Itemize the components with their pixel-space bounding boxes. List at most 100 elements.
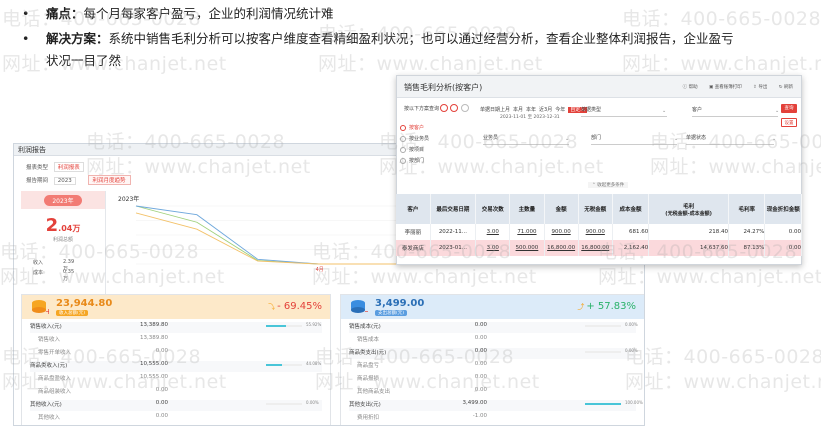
delete-scheme-icon[interactable] — [461, 104, 469, 112]
edit-scheme-icon[interactable] — [450, 104, 458, 112]
report-type-select[interactable]: 利润报表 — [53, 162, 84, 172]
column-header[interactable]: 成本金额 — [612, 194, 650, 224]
column-header[interactable]: 交易次数 — [475, 194, 511, 224]
scheme-label: 按业务员 — [409, 136, 430, 142]
row-value: 0.00 — [474, 361, 487, 367]
row-label: 销售收入(元) — [30, 324, 62, 330]
status-select[interactable] — [686, 144, 774, 145]
table-row[interactable]: 泰发商店 2023-01... 3.00 500.000 16,800.00 16,800… — [396, 240, 802, 256]
watermark-text: 网址：www.chanjet.net — [318, 53, 543, 75]
customer-input[interactable] — [692, 116, 778, 117]
ratio-bar — [585, 351, 621, 353]
date-option[interactable]: 近3月 — [539, 107, 552, 113]
profit-int: 2 — [45, 215, 59, 236]
scheme-label: 按项目 — [409, 147, 425, 153]
column-header-text: (无税金额-成本金额) — [665, 210, 712, 217]
dept-select[interactable] — [591, 144, 677, 145]
row-label: 商品组装收入 — [38, 389, 72, 395]
help-button[interactable]: ⓘ 帮助 — [683, 85, 698, 90]
table-cell[interactable]: 16,800.00 — [578, 240, 613, 256]
bullet-dot: • — [22, 31, 30, 46]
chevron-down-icon: ⌄ — [674, 136, 679, 142]
bullet-body: 每个月每家客户盈亏，企业的利润情况统计难 — [83, 6, 334, 21]
table-cell[interactable]: 16,800.00 — [544, 240, 579, 256]
table-cell[interactable]: 3.00 — [475, 240, 511, 256]
row-label: 商品类收入(元) — [30, 363, 68, 369]
table-cell: 681.60 — [612, 224, 650, 240]
scheme-item[interactable]: 按客户 — [400, 124, 424, 131]
scheme-item[interactable]: 按部门 — [400, 157, 424, 164]
query-scheme-label: 按以下方案查询 — [404, 106, 440, 112]
income-change-value: - 69.45% — [277, 301, 322, 312]
income-summary: 收入 2.39万 — [33, 259, 74, 272]
date-option[interactable]: 本月 — [513, 107, 523, 113]
ratio-percent: 0.00% — [625, 348, 638, 353]
table-cell[interactable]: 71.000 — [509, 224, 545, 240]
bullet-body: 系统中销售毛利分析可以按客户维度查看精细盈利状况；也可以通过经营分析，查看企业整… — [108, 31, 734, 46]
panel-row: 零售开单收入 0.00 — [30, 348, 322, 359]
table-row[interactable]: 李丽丽 2022-11... 3.00 71.000 900.00 900.00 681.6… — [396, 224, 802, 240]
row-value: 10,555.00 — [140, 374, 168, 380]
row-value: 0.00 — [474, 374, 487, 380]
month-tick-label: 4月 — [316, 267, 324, 272]
ratio-percent: 0.00% — [625, 322, 638, 327]
row-label: 销售收入 — [38, 337, 61, 343]
print-button[interactable]: ▣ 查看账簿打印 — [709, 85, 742, 90]
doc-type-select[interactable] — [581, 116, 667, 117]
column-header[interactable]: 金额 — [544, 194, 579, 224]
period-select[interactable]: 2023 — [53, 177, 76, 185]
year-pill[interactable]: 2023年 — [44, 195, 82, 206]
table-cell: 0.00 — [764, 240, 802, 256]
query-button[interactable]: 查询 — [781, 104, 797, 113]
bullet-label: 痛点： — [46, 6, 84, 21]
scheme-label: 按部门 — [409, 158, 425, 164]
row-value: 10,555.00 — [140, 361, 168, 367]
column-header[interactable]: 主数量 — [509, 194, 545, 224]
table-header-row: 客户 最后交易日期 交易次数 主数量 金额 无税金额 成本金额 毛利 (无税金额-成本金额) 毛利… — [396, 194, 802, 224]
salesperson-select[interactable] — [483, 144, 569, 145]
settings-button[interactable]: 设置 — [781, 118, 797, 127]
table-cell[interactable]: 900.00 — [578, 224, 613, 240]
tool-label: 导出 — [758, 85, 768, 90]
expense-amount: 3,499.00 — [375, 298, 425, 309]
scheme-item[interactable]: 按业务员 — [400, 135, 429, 142]
row-label: 商品类支出(元) — [349, 350, 387, 356]
table-cell[interactable]: 500.000 — [509, 240, 545, 256]
column-header-text: 客户 — [407, 207, 419, 213]
table-cell: 14,637.60 — [648, 240, 729, 256]
trend-button[interactable]: 利润月度趋势 — [87, 175, 131, 185]
row-value: 0.00 — [155, 387, 168, 393]
date-option[interactable]: 今年 — [555, 107, 565, 113]
column-header[interactable]: 无税金额 — [578, 194, 613, 224]
row-value: 13,389.80 — [140, 322, 168, 328]
panel-row: 费用折扣 -1.00 — [349, 413, 636, 424]
column-header[interactable]: 毛利 (无税金额-成本金额) — [648, 194, 729, 224]
income-label: 收入 — [33, 260, 44, 266]
refresh-button[interactable]: ↻ 刷新 — [779, 85, 793, 90]
export-button[interactable]: ⇪ 导出 — [753, 85, 767, 90]
column-header[interactable]: 毛利率 — [728, 194, 766, 224]
year-header: 2023年 — [21, 191, 105, 209]
date-option[interactable]: 本年 — [526, 107, 536, 113]
ratio-percent: 44.08% — [306, 361, 322, 366]
date-label: 单据日期 — [480, 107, 501, 113]
sales-margin-table: 客户 最后交易日期 交易次数 主数量 金额 无税金额 成本金额 毛利 (无税金额-成本金额) 毛利… — [396, 194, 802, 256]
date-option[interactable]: 上月 — [500, 107, 510, 113]
add-scheme-icon[interactable] — [440, 104, 448, 112]
column-header-text: 金额 — [555, 207, 567, 213]
watermark-text: 网址：www.chanjet.net — [625, 371, 821, 393]
panel-row: 商品类收入(元) 10,555.00 44.08% — [30, 361, 322, 372]
table-cell[interactable]: 3.00 — [475, 224, 511, 240]
table-cell[interactable]: 900.00 — [544, 224, 579, 240]
panel-row: 商品盘盈收入 10,555.00 — [30, 374, 322, 385]
column-header[interactable]: 最后交易日期 — [430, 194, 477, 224]
column-header[interactable]: 客户 — [396, 194, 431, 224]
column-header[interactable]: 现金折扣金额 — [764, 194, 802, 224]
collapse-conditions-button[interactable]: ⌃ 收起更多条件 — [588, 182, 629, 188]
ratio-percent: 0.00% — [306, 400, 319, 405]
date-range-value[interactable]: 2023-11-01 至 2023-12-31 — [500, 114, 560, 120]
row-value: 0.00 — [155, 413, 168, 419]
expense-panel: − 3,499.00 支出总额(元) ⤴+ 57.83% 销售成本(元) 0.00… — [340, 294, 644, 425]
tool-label: 刷新 — [784, 85, 793, 90]
scheme-item[interactable]: 按项目 — [400, 146, 424, 153]
